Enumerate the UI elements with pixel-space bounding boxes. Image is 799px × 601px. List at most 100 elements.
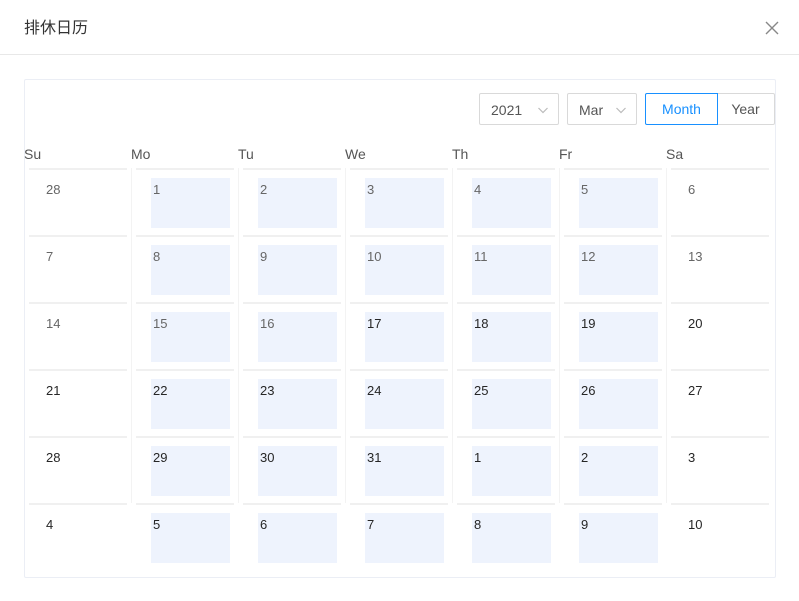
calendar-cell[interactable]: 9 [561,503,665,570]
column-divider [666,168,667,503]
calendar-cell[interactable]: 1 [454,436,558,503]
day-number: 14 [46,316,61,331]
day-number: 21 [46,383,61,398]
day-number: 16 [260,316,275,331]
cell-divider [350,168,448,170]
workday-highlight [258,245,337,295]
calendar-cell[interactable]: 21 [26,369,130,436]
calendar-cell[interactable]: 4 [454,168,558,235]
calendar-cell[interactable]: 19 [561,302,665,369]
month-select[interactable]: Mar [567,93,637,125]
day-number: 3 [688,450,696,465]
calendar-cell[interactable]: 11 [454,235,558,302]
day-number: 22 [153,383,168,398]
calendar-cell[interactable]: 31 [347,436,451,503]
calendar-cell[interactable]: 5 [133,503,237,570]
column-divider [238,168,239,503]
calendar-cell[interactable]: 8 [454,503,558,570]
year-select[interactable]: 2021 [479,93,559,125]
calendar-cell[interactable]: 22 [133,369,237,436]
calendar-cell[interactable]: 3 [347,168,451,235]
calendar-cell[interactable]: 30 [240,436,344,503]
calendar-cell[interactable]: 1 [133,168,237,235]
weekday-label: Sa [666,146,684,162]
workday-highlight [579,446,658,496]
day-number: 4 [46,517,54,532]
calendar-cell[interactable]: 7 [347,503,451,570]
calendar-cell[interactable]: 27 [668,369,772,436]
calendar-cell[interactable]: 6 [668,168,772,235]
calendar-cell[interactable]: 5 [561,168,665,235]
day-number: 30 [260,450,275,465]
day-number: 17 [367,316,382,331]
cell-divider [136,503,234,505]
day-number: 11 [474,249,488,264]
calendar-cell[interactable]: 9 [240,235,344,302]
weekday-label: Th [452,146,469,162]
modal-header: 排休日历 [0,0,799,55]
calendar-cell[interactable]: 29 [133,436,237,503]
calendar-cell[interactable]: 15 [133,302,237,369]
cell-divider [457,436,555,438]
calendar-cell[interactable]: 2 [561,436,665,503]
cell-divider [457,369,555,371]
cell-divider [29,369,127,371]
calendar-cell[interactable]: 7 [26,235,130,302]
calendar-cell[interactable]: 14 [26,302,130,369]
calendar-cell[interactable]: 2 [240,168,344,235]
calendar-cell[interactable]: 20 [668,302,772,369]
cell-background [44,513,123,563]
cell-divider [350,436,448,438]
workday-highlight [365,513,444,563]
calendar-cell[interactable]: 28 [26,436,130,503]
calendar-cell[interactable]: 10 [668,503,772,570]
day-number: 10 [367,249,382,264]
cell-divider [457,302,555,304]
cell-divider [564,302,662,304]
calendar-cell[interactable]: 6 [240,503,344,570]
weekday-label: Su [24,146,42,162]
day-number: 2 [581,450,589,465]
calendar-cell[interactable]: 10 [347,235,451,302]
mode-month-button[interactable]: Month [645,93,718,125]
weekday-label: Fr [559,146,573,162]
cell-divider [350,369,448,371]
calendar-cell[interactable]: 28 [26,168,130,235]
cell-divider [136,436,234,438]
workday-highlight [579,178,658,228]
cell-divider [671,302,769,304]
cell-divider [564,436,662,438]
calendar-cell[interactable]: 12 [561,235,665,302]
month-select-value: Mar [579,102,604,118]
day-number: 23 [260,383,275,398]
day-number: 28 [46,450,61,465]
cell-divider [243,369,341,371]
calendar-cell[interactable]: 4 [26,503,130,570]
cell-divider [29,235,127,237]
calendar-grid: Su Mo Tu We Th Fr Sa 28 1 2 3 4 5 6 7 8 9 10 11 12 13 14 15 16… [24,144,775,570]
cell-background [686,446,765,496]
calendar-cell[interactable]: 24 [347,369,451,436]
mode-year-button[interactable]: Year [717,93,775,125]
day-number: 9 [581,517,589,532]
calendar-cell[interactable]: 8 [133,235,237,302]
cell-divider [671,436,769,438]
column-divider [559,168,560,503]
workday-highlight [472,513,551,563]
workday-highlight [472,446,551,496]
cell-divider [671,168,769,170]
workday-highlight [151,245,230,295]
calendar-cell[interactable]: 3 [668,436,772,503]
day-number: 15 [153,316,168,331]
calendar-cell[interactable]: 13 [668,235,772,302]
day-number: 7 [367,517,375,532]
calendar-cell[interactable]: 16 [240,302,344,369]
calendar-cell[interactable]: 25 [454,369,558,436]
day-number: 19 [581,316,596,331]
close-icon[interactable] [763,19,781,37]
calendar-cell[interactable]: 23 [240,369,344,436]
column-divider [452,168,453,503]
calendar-cell[interactable]: 18 [454,302,558,369]
calendar-cell[interactable]: 26 [561,369,665,436]
calendar-cell[interactable]: 17 [347,302,451,369]
